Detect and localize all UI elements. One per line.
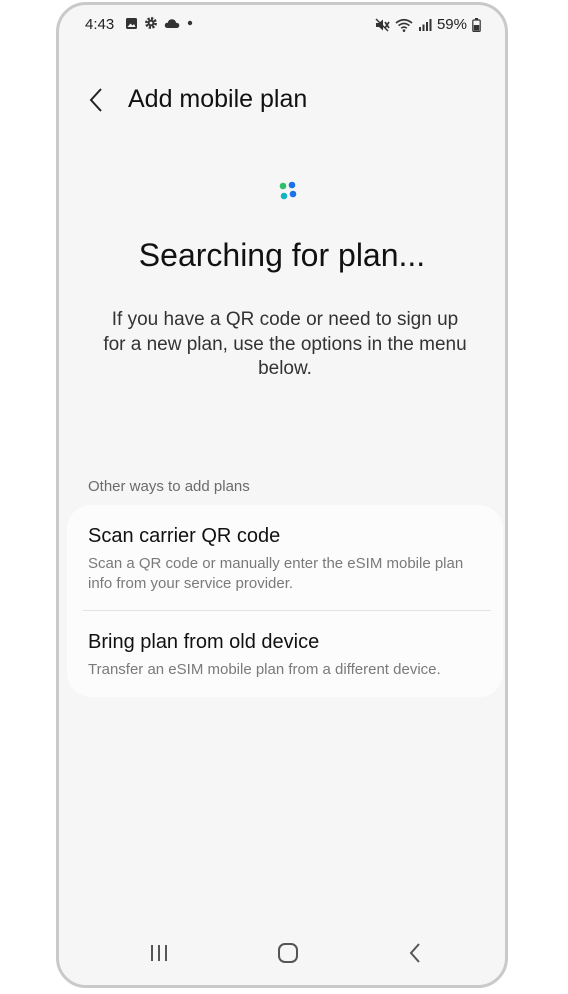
option-subtitle: Transfer an eSIM mobile plan from a diff…	[88, 661, 441, 678]
recents-button[interactable]	[137, 933, 181, 973]
app-header: Add mobile plan	[59, 75, 505, 125]
section-label: Other ways to add plans	[88, 478, 250, 495]
page-title: Add mobile plan	[128, 85, 308, 113]
recents-icon	[151, 945, 167, 961]
battery-icon	[472, 17, 481, 32]
gallery-icon	[126, 17, 137, 29]
phone-frame: 4:43 59% Add mobile plan Searching for p…	[56, 2, 508, 988]
scan-qr-option[interactable]: Scan carrier QR code Scan a QR code or m…	[88, 525, 488, 594]
status-right-icons: 59%	[375, 16, 481, 33]
battery-percentage: 59%	[436, 16, 467, 33]
loading-spinner-icon	[279, 181, 297, 200]
home-button[interactable]	[266, 933, 310, 973]
back-icon	[409, 943, 420, 963]
nav-back-button[interactable]	[393, 933, 437, 973]
dot-icon	[187, 20, 193, 26]
option-subtitle: Scan a QR code or manually enter the eSI…	[88, 555, 464, 592]
status-bar: 4:43 59%	[59, 5, 505, 45]
option-title: Bring plan from old device	[88, 631, 320, 653]
gear-icon	[145, 17, 157, 29]
chevron-left-icon	[89, 88, 102, 112]
status-time: 4:43	[85, 16, 115, 33]
home-icon	[278, 943, 298, 963]
navigation-bar	[59, 925, 505, 985]
cloud-icon	[164, 18, 180, 28]
bring-plan-option[interactable]: Bring plan from old device Transfer an e…	[88, 631, 488, 680]
signal-icon	[418, 19, 432, 31]
status-left-icons	[125, 16, 194, 30]
options-card: Scan carrier QR code Scan a QR code or m…	[67, 505, 503, 697]
divider	[83, 610, 491, 611]
back-button[interactable]	[81, 83, 111, 117]
option-title: Scan carrier QR code	[88, 525, 281, 547]
description-text: If you have a QR code or need to sign up…	[103, 309, 467, 379]
searching-title: Searching for plan...	[138, 237, 426, 273]
wifi-icon	[395, 18, 413, 32]
mute-icon	[375, 18, 390, 31]
